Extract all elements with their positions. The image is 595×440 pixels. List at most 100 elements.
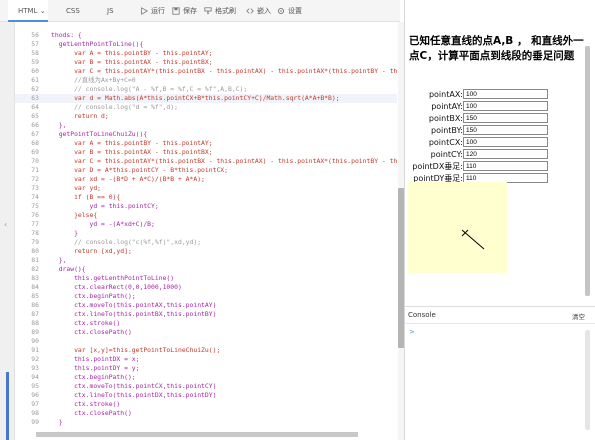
run-button[interactable]: 运行: [140, 0, 165, 22]
line-code: var d = Math.abs(A*this.pointCX+B*this.p…: [51, 94, 340, 102]
line-code: var D = A*this.pointCY - B*this.pointCX;: [51, 166, 228, 174]
tab-css[interactable]: CSS: [66, 0, 80, 22]
code-line[interactable]: 75 yd = this.pointCY;: [15, 202, 397, 211]
format-button[interactable]: 格式刷: [204, 0, 236, 22]
settings-button[interactable]: 设置: [277, 0, 302, 22]
code-line[interactable]: 99 }: [15, 418, 397, 427]
code-line[interactable]: 59 var B = this.pointAX - this.pointBX;: [15, 58, 397, 67]
code-line[interactable]: 69 var B = this.pointAX - this.pointBX;: [15, 148, 397, 157]
code-line[interactable]: 97 ctx.stroke(): [15, 400, 397, 409]
editor-horizontal-scrollbar[interactable]: [36, 432, 358, 437]
code-line[interactable]: 80 return [xd,yd];: [15, 247, 397, 256]
code-line[interactable]: 93 this.pointDY = y;: [15, 364, 397, 373]
code-line[interactable]: 79 // console.log("c(%f,%f)",xd,yd);: [15, 238, 397, 247]
console-clear-button[interactable]: 清空: [572, 311, 585, 321]
code-line[interactable]: 63 var d = Math.abs(A*this.pointCX+B*thi…: [15, 94, 397, 103]
embed-button[interactable]: 嵌入: [246, 0, 271, 22]
line-code: ctx.closePath(): [51, 328, 132, 336]
line-number: 87: [31, 310, 39, 318]
code-line[interactable]: 66 },: [15, 121, 397, 130]
line-number: 93: [31, 364, 39, 372]
line-number: 98: [31, 409, 39, 417]
code-line[interactable]: 96 ctx.lineTo(this.pointDX,this.pointDY): [15, 391, 397, 400]
code-line[interactable]: 61 //直线为Ax+By+C=0: [15, 76, 397, 85]
code-line[interactable]: 68 var A = this.pointBY - this.pointAY;: [15, 139, 397, 148]
code-editor[interactable]: 56 thods: {57 getLenthPointToLine(){58 va…: [15, 22, 397, 440]
code-line[interactable]: 64 // console.log("d = %f",d);: [15, 103, 397, 112]
line-code: yd = -(A*xd+C)/B;: [51, 220, 155, 228]
preview-scrollbar[interactable]: [585, 46, 590, 296]
line-code: ctx.stroke(): [51, 319, 121, 327]
code-line[interactable]: 83 this.getLenthPointToLine(): [15, 274, 397, 283]
code-line[interactable]: 74 if (B == 0){: [15, 193, 397, 202]
code-line[interactable]: 67 getPointToLineChuiZu(){: [15, 130, 397, 139]
line-number: 99: [31, 418, 39, 426]
line-number: 79: [31, 238, 39, 246]
code-line[interactable]: 87 ctx.lineTo(this.pointBX,this.pointBY): [15, 310, 397, 319]
code-line[interactable]: 90: [15, 337, 397, 346]
console-output[interactable]: >: [405, 324, 595, 440]
chevron-left-icon[interactable]: ‹: [4, 220, 7, 229]
code-line[interactable]: 70 var C = this.pointAY*(this.pointBX - …: [15, 157, 397, 166]
code-line[interactable]: 71 var D = A*this.pointCY - B*this.point…: [15, 166, 397, 175]
code-line[interactable]: 65 return d;: [15, 112, 397, 121]
code-line[interactable]: 94 ctx.beginPath();: [15, 373, 397, 382]
field-label: pointBX:: [428, 113, 463, 123]
line-code: // console.log("d = %f",d);: [51, 103, 178, 111]
line-code: ctx.stroke(): [51, 400, 121, 408]
tab-js[interactable]: JS: [107, 0, 114, 22]
field-input[interactable]: [463, 113, 548, 123]
code-line[interactable]: 72 var xd = -(B*D + A*C)/(B*B + A*A);: [15, 175, 397, 184]
code-line[interactable]: 92 this.pointDX = x;: [15, 355, 397, 364]
code-line[interactable]: 95 ctx.moveTo(this.pointCX,this.pointCY): [15, 382, 397, 391]
line-code: this.pointDY = y;: [51, 364, 140, 372]
code-line[interactable]: 62 // console.log("A - %f,B = %f,C = %f"…: [15, 85, 397, 94]
console-scrollbar[interactable]: [585, 330, 590, 430]
line-code: ctx.moveTo(this.pointCX,this.pointCY): [51, 382, 217, 390]
line-code: ctx.lineTo(this.pointDX,this.pointDY): [51, 391, 217, 399]
save-button[interactable]: 保存: [172, 0, 197, 22]
line-code: ctx.beginPath();: [51, 373, 136, 381]
code-line[interactable]: 89 ctx.closePath(): [15, 328, 397, 337]
code-line[interactable]: 56 thods: {: [15, 31, 397, 40]
code-line[interactable]: 60 var C = this.pointAY*(this.pointBX - …: [15, 67, 397, 76]
chevron-down-icon: ⌄: [39, 7, 46, 15]
code-line[interactable]: 91 var [x,y]=this.getPointToLineChuiZu()…: [15, 346, 397, 355]
code-line[interactable]: 81 },: [15, 256, 397, 265]
field-input[interactable]: [463, 125, 548, 135]
code-line[interactable]: 77 yd = -(A*xd+C)/B;: [15, 220, 397, 229]
code-line[interactable]: 58 var A = this.pointBY - this.pointAY;: [15, 49, 397, 58]
line-number: 56: [31, 31, 39, 39]
code-line[interactable]: 98 ctx.closePath(): [15, 409, 397, 418]
line-code: if (B == 0){: [51, 193, 121, 201]
field-input[interactable]: [463, 161, 548, 171]
line-number: 75: [31, 202, 39, 210]
line-code: ctx.clearRect(0,0,1000,1000): [51, 283, 182, 291]
preview-pane: 已知任意直线的点A,B ， 和直线外一点C，计算平面点到线段的垂足问题 poin…: [405, 0, 595, 305]
line-code: var B = this.pointAX - this.pointBX;: [51, 58, 213, 66]
line-code: var C = this.pointAY*(this.pointBX - thi…: [51, 67, 397, 75]
line-number: 95: [31, 382, 39, 390]
code-line[interactable]: 86 ctx.moveTo(this.pointAX,this.pointAY): [15, 301, 397, 310]
field-input[interactable]: [463, 101, 548, 111]
line-number: 77: [31, 220, 39, 228]
field-input[interactable]: [463, 137, 548, 147]
code-line[interactable]: 85 ctx.beginPath();: [15, 292, 397, 301]
editor-toolbar: HTML ⌄ CSS JS 运行 保存 格式刷 嵌入 设置: [0, 0, 400, 22]
field-input[interactable]: [463, 89, 548, 99]
drawing-canvas: [408, 182, 507, 273]
line-number: 69: [31, 148, 39, 156]
line-number: 70: [31, 157, 39, 165]
line-code: thods: {: [51, 31, 82, 39]
code-line[interactable]: 88 ctx.stroke(): [15, 319, 397, 328]
tab-html[interactable]: HTML ⌄: [8, 0, 48, 22]
line-code: draw(){: [51, 265, 86, 273]
code-line[interactable]: 76 }else{: [15, 211, 397, 220]
embed-icon: [246, 8, 254, 14]
code-line[interactable]: 57 getLenthPointToLine(){: [15, 40, 397, 49]
code-line[interactable]: 84 ctx.clearRect(0,0,1000,1000): [15, 283, 397, 292]
code-line[interactable]: 73 var yd;: [15, 184, 397, 193]
code-line[interactable]: 82 draw(){: [15, 265, 397, 274]
field-input[interactable]: [463, 149, 548, 159]
code-line[interactable]: 78 }: [15, 229, 397, 238]
